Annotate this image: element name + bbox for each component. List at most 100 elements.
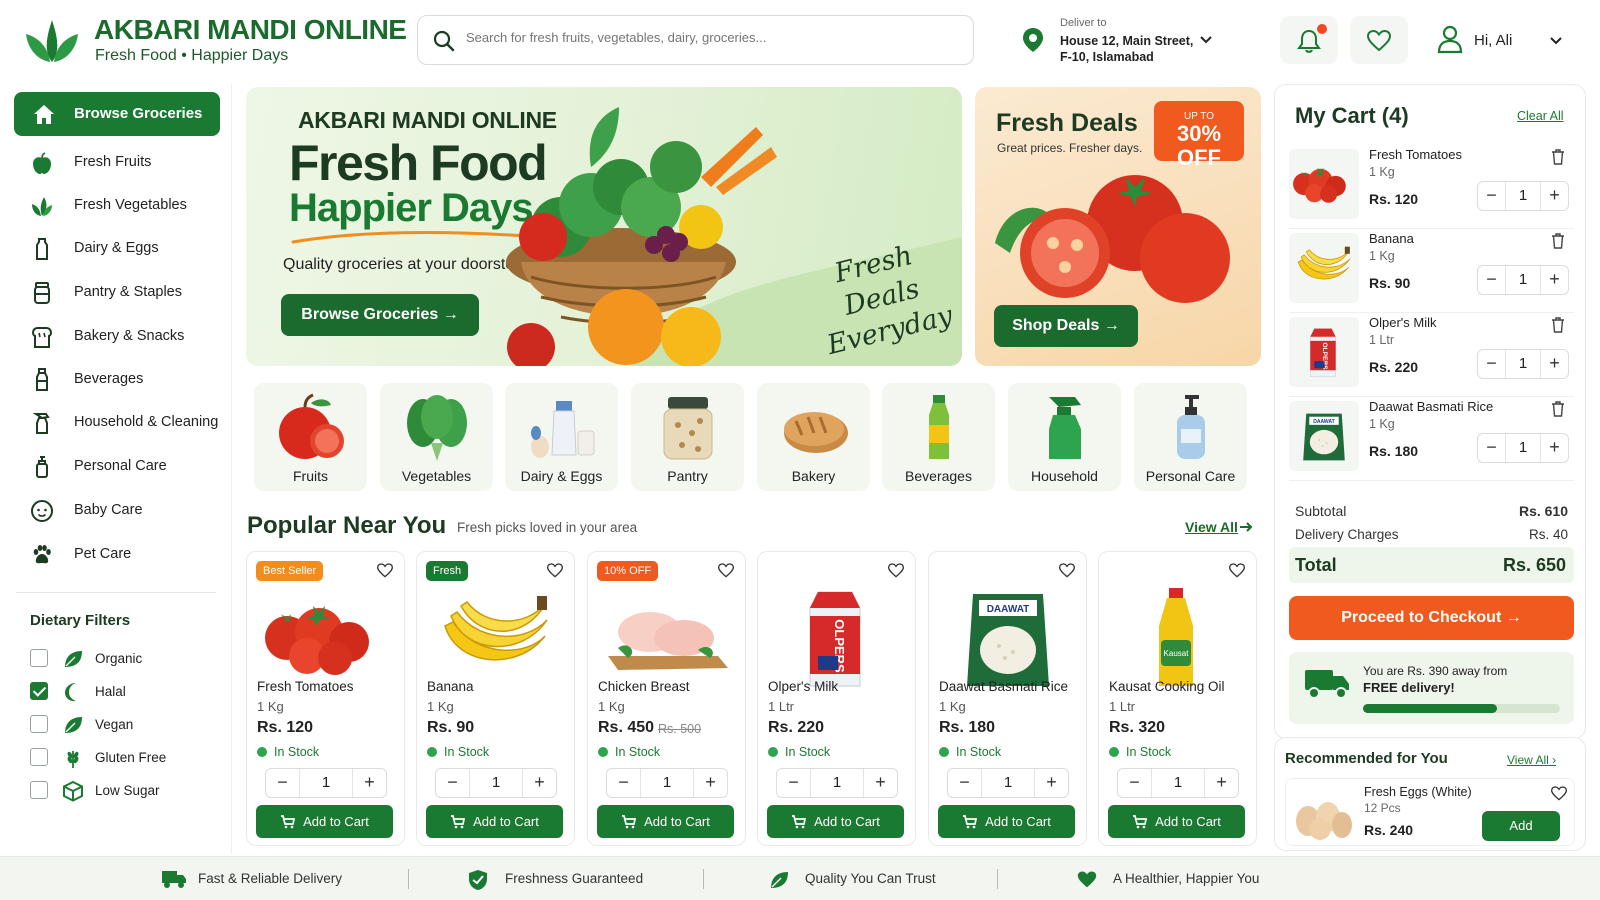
- sidebar-item-pantry-staples[interactable]: Pantry & Staples: [30, 278, 220, 308]
- user-greeting[interactable]: Hi, Ali: [1474, 32, 1512, 49]
- user-menu[interactable]: Hi, Ali: [1436, 22, 1576, 62]
- product-name[interactable]: Kausat Cooking Oil: [1109, 679, 1225, 694]
- search-bar[interactable]: [417, 15, 974, 65]
- sidebar-item-beverages[interactable]: Beverages: [30, 365, 220, 395]
- add-to-cart-button[interactable]: Add to Cart: [256, 805, 393, 838]
- increase-button[interactable]: +: [1034, 769, 1068, 797]
- trash-icon[interactable]: [1551, 233, 1565, 249]
- increase-button[interactable]: +: [1540, 434, 1568, 462]
- product-card[interactable]: OLPERS Olper's Milk 1 Ltr Rs. 220 In Stock −1…: [757, 551, 916, 846]
- wishlist-button[interactable]: [1350, 16, 1408, 64]
- product-name[interactable]: Olper's Milk: [768, 679, 838, 694]
- category-bakery[interactable]: Bakery: [757, 383, 870, 491]
- quantity-value[interactable]: 1: [470, 769, 522, 797]
- recommended-view-all-link[interactable]: View All ›: [1507, 753, 1556, 767]
- sidebar-item-personal-care[interactable]: Personal Care: [30, 452, 220, 482]
- product-card[interactable]: Kausat Kausat Cooking Oil 1 Ltr Rs. 320 In S…: [1098, 551, 1257, 846]
- arrow-right-icon[interactable]: [1238, 520, 1254, 534]
- add-to-cart-button[interactable]: Add to Cart: [938, 805, 1075, 838]
- category-dairy-eggs[interactable]: Dairy & Eggs: [505, 383, 618, 491]
- product-name[interactable]: Daawat Basmati Rice: [939, 679, 1068, 694]
- increase-button[interactable]: +: [352, 769, 386, 797]
- hero-browse-button[interactable]: Browse Groceries →: [281, 294, 479, 336]
- low-sugar-checkbox[interactable]: [30, 781, 48, 799]
- add-to-cart-button[interactable]: Add to Cart: [597, 805, 734, 838]
- heart-icon[interactable]: [717, 562, 735, 578]
- recommended-item[interactable]: Fresh Eggs (White) 12 Pcs Rs. 240 Add: [1285, 778, 1575, 846]
- product-card[interactable]: 10% OFF Chicken Breast 1 Kg Rs. 450 Rs. 500 I…: [587, 551, 746, 846]
- sidebar-item-fresh-fruits[interactable]: Fresh Fruits: [30, 148, 220, 178]
- clear-cart-link[interactable]: Clear All: [1517, 109, 1564, 123]
- increase-button[interactable]: +: [1204, 769, 1238, 797]
- product-card[interactable]: Best Seller Fresh Tomatoes 1 Kg Rs. 120 In S…: [246, 551, 405, 846]
- quantity-value[interactable]: 1: [300, 769, 352, 797]
- decrease-button[interactable]: −: [266, 769, 300, 797]
- halal-checkbox[interactable]: [30, 682, 48, 700]
- category-vegetables[interactable]: Vegetables: [380, 383, 493, 491]
- heart-icon[interactable]: [1550, 785, 1568, 801]
- filter-low-sugar[interactable]: Low Sugar: [30, 778, 220, 804]
- decrease-button[interactable]: −: [1478, 182, 1506, 210]
- product-card[interactable]: Fresh Banana 1 Kg Rs. 90 In Stock −1 + Add to C…: [416, 551, 575, 846]
- heart-icon[interactable]: [1058, 562, 1076, 578]
- popular-view-all-link[interactable]: View All: [1185, 519, 1238, 535]
- quantity-value[interactable]: 1: [982, 769, 1034, 797]
- heart-icon[interactable]: [376, 562, 394, 578]
- brand-name[interactable]: AKBARI MANDI ONLINE: [94, 14, 407, 46]
- heart-icon[interactable]: [546, 562, 564, 578]
- decrease-button[interactable]: −: [436, 769, 470, 797]
- decrease-button[interactable]: −: [607, 769, 641, 797]
- increase-button[interactable]: +: [1540, 266, 1568, 294]
- sidebar-item-household-cleaning[interactable]: Household & Cleaning: [30, 408, 220, 438]
- category-beverages[interactable]: Beverages: [882, 383, 995, 491]
- decrease-button[interactable]: −: [1478, 434, 1506, 462]
- increase-button[interactable]: +: [863, 769, 897, 797]
- add-to-cart-button[interactable]: Add to Cart: [767, 805, 904, 838]
- gluten-free-checkbox[interactable]: [30, 748, 48, 766]
- chevron-down-icon[interactable]: [1548, 34, 1564, 48]
- heart-icon[interactable]: [1228, 562, 1246, 578]
- filter-organic[interactable]: Organic: [30, 646, 220, 672]
- product-name[interactable]: Fresh Tomatoes: [257, 679, 354, 694]
- trash-icon[interactable]: [1551, 401, 1565, 417]
- decrease-button[interactable]: −: [1118, 769, 1152, 797]
- trash-icon[interactable]: [1551, 317, 1565, 333]
- increase-button[interactable]: +: [522, 769, 556, 797]
- shop-deals-button[interactable]: Shop Deals →: [994, 305, 1138, 347]
- category-fruits[interactable]: Fruits: [254, 383, 367, 491]
- quantity-value[interactable]: 1: [1506, 266, 1540, 294]
- quantity-value[interactable]: 1: [641, 769, 693, 797]
- chevron-down-icon[interactable]: [1198, 33, 1214, 47]
- increase-button[interactable]: +: [1540, 182, 1568, 210]
- increase-button[interactable]: +: [693, 769, 727, 797]
- product-name[interactable]: Chicken Breast: [598, 679, 690, 694]
- quantity-value[interactable]: 1: [1152, 769, 1204, 797]
- decrease-button[interactable]: −: [1478, 266, 1506, 294]
- sidebar-item-bakery-snacks[interactable]: Bakery & Snacks: [30, 322, 220, 352]
- quantity-value[interactable]: 1: [1506, 182, 1540, 210]
- add-to-cart-button[interactable]: Add to Cart: [1108, 805, 1245, 838]
- notifications-button[interactable]: [1280, 16, 1338, 64]
- sidebar-item-browse-groceries[interactable]: Browse Groceries: [14, 92, 220, 136]
- delivery-location[interactable]: Deliver to House 12, Main Street, F-10, …: [1022, 17, 1242, 67]
- quantity-value[interactable]: 1: [811, 769, 863, 797]
- category-pantry[interactable]: Pantry: [631, 383, 744, 491]
- heart-icon[interactable]: [887, 562, 905, 578]
- proceed-to-checkout-button[interactable]: Proceed to Checkout →: [1289, 596, 1574, 640]
- vegan-checkbox[interactable]: [30, 715, 48, 733]
- organic-checkbox[interactable]: [30, 649, 48, 667]
- filter-vegan[interactable]: Vegan: [30, 712, 220, 738]
- search-input[interactable]: [466, 30, 956, 45]
- sidebar-item-dairy-eggs[interactable]: Dairy & Eggs: [30, 234, 220, 264]
- category-household[interactable]: Household: [1008, 383, 1121, 491]
- decrease-button[interactable]: −: [1478, 350, 1506, 378]
- decrease-button[interactable]: −: [777, 769, 811, 797]
- product-name[interactable]: Banana: [427, 679, 474, 694]
- sidebar-item-baby-care[interactable]: Baby Care: [30, 496, 220, 526]
- trash-icon[interactable]: [1551, 149, 1565, 165]
- sidebar-item-pet-care[interactable]: Pet Care: [30, 540, 220, 570]
- quantity-value[interactable]: 1: [1506, 434, 1540, 462]
- add-recommended-button[interactable]: Add: [1482, 811, 1560, 841]
- quantity-value[interactable]: 1: [1506, 350, 1540, 378]
- filter-halal[interactable]: Halal: [30, 679, 220, 705]
